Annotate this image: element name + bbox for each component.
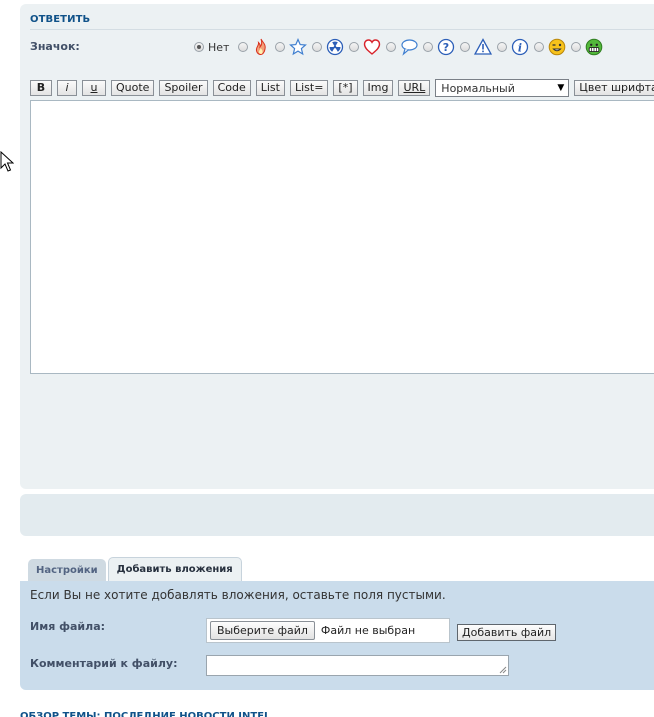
icon-picker: Нет ? i bbox=[194, 37, 608, 57]
heart-icon bbox=[363, 38, 381, 56]
icon-radio-question[interactable] bbox=[423, 42, 434, 52]
icon-radio-info[interactable] bbox=[497, 42, 508, 52]
icon-radio-radioactive[interactable] bbox=[312, 42, 323, 52]
svg-text:?: ? bbox=[443, 41, 449, 54]
svg-text:i: i bbox=[518, 42, 522, 55]
icon-radio-wink[interactable] bbox=[534, 42, 545, 52]
fire-icon bbox=[252, 38, 270, 56]
info-icon: i bbox=[511, 38, 529, 56]
img-button[interactable]: Img bbox=[362, 80, 394, 96]
choose-file-button[interactable]: Выберите файл bbox=[210, 621, 315, 640]
resize-grip-icon[interactable] bbox=[499, 666, 507, 674]
icon-radio-star[interactable] bbox=[275, 42, 286, 52]
secondary-panel bbox=[20, 494, 654, 536]
file-input: Выберите файл Файл не выбран bbox=[206, 618, 450, 643]
underline-button[interactable]: u bbox=[82, 80, 106, 96]
file-comment-textarea[interactable] bbox=[206, 655, 509, 676]
icon-radio-fire[interactable] bbox=[238, 42, 249, 52]
tab-attachments[interactable]: Добавить вложения bbox=[107, 557, 242, 581]
add-file-button[interactable]: Добавить файл bbox=[457, 624, 557, 641]
attachments-info-text: Если Вы не хотите добавлять вложения, ос… bbox=[30, 588, 446, 602]
url-button[interactable]: URL bbox=[398, 80, 431, 96]
speech-bubble-icon bbox=[400, 38, 419, 56]
font-color-button[interactable]: Цвет шрифта bbox=[574, 80, 654, 96]
icon-radio-none[interactable] bbox=[194, 42, 204, 52]
icon-picker-label: Значок: bbox=[30, 40, 80, 53]
icon-radio-warning[interactable] bbox=[460, 42, 471, 52]
file-comment-label: Комментарий к файлу: bbox=[30, 657, 178, 670]
radioactive-icon bbox=[326, 38, 344, 56]
message-textarea[interactable] bbox=[30, 100, 654, 374]
quote-button[interactable]: Quote bbox=[111, 80, 155, 96]
icon-radio-heart[interactable] bbox=[349, 42, 360, 52]
icon-radio-grin[interactable] bbox=[571, 42, 582, 52]
code-button[interactable]: Code bbox=[212, 80, 251, 96]
tab-settings[interactable]: Настройки bbox=[28, 559, 106, 581]
wink-smiley-icon bbox=[548, 38, 566, 56]
ordered-list-button[interactable]: List= bbox=[289, 80, 329, 96]
options-tabs: Настройки Добавить вложения bbox=[28, 557, 244, 581]
reply-header: ОТВЕТИТЬ bbox=[30, 14, 91, 25]
font-size-value: Нормальный bbox=[441, 81, 515, 95]
italic-button[interactable]: i bbox=[57, 80, 77, 96]
dropdown-arrow-icon: ▼ bbox=[557, 83, 565, 93]
spoiler-button[interactable]: Spoiler bbox=[159, 80, 208, 96]
bold-button[interactable]: B bbox=[30, 80, 52, 96]
file-status-text: Файл не выбран bbox=[320, 624, 416, 637]
file-name-label: Имя файла: bbox=[30, 620, 106, 633]
topic-footer-link[interactable]: ОБЗОР ТЕМЫ: ПОСЛЕДНИЕ НОВОСТИ INTEL bbox=[20, 711, 270, 717]
list-item-button[interactable]: [*] bbox=[333, 80, 358, 96]
icon-none-label: Нет bbox=[208, 40, 230, 54]
font-size-select[interactable]: Нормальный ▼ bbox=[435, 79, 570, 97]
mouse-cursor-icon bbox=[0, 151, 14, 172]
grin-smiley-icon bbox=[585, 38, 603, 56]
icon-radio-speech[interactable] bbox=[386, 42, 397, 52]
warning-icon bbox=[474, 38, 493, 56]
header-divider bbox=[30, 29, 654, 30]
list-button[interactable]: List bbox=[255, 80, 285, 96]
star-icon bbox=[289, 38, 308, 56]
question-icon: ? bbox=[437, 38, 455, 56]
bbcode-toolbar: B i u Quote Spoiler Code List List= [*] … bbox=[30, 79, 654, 97]
